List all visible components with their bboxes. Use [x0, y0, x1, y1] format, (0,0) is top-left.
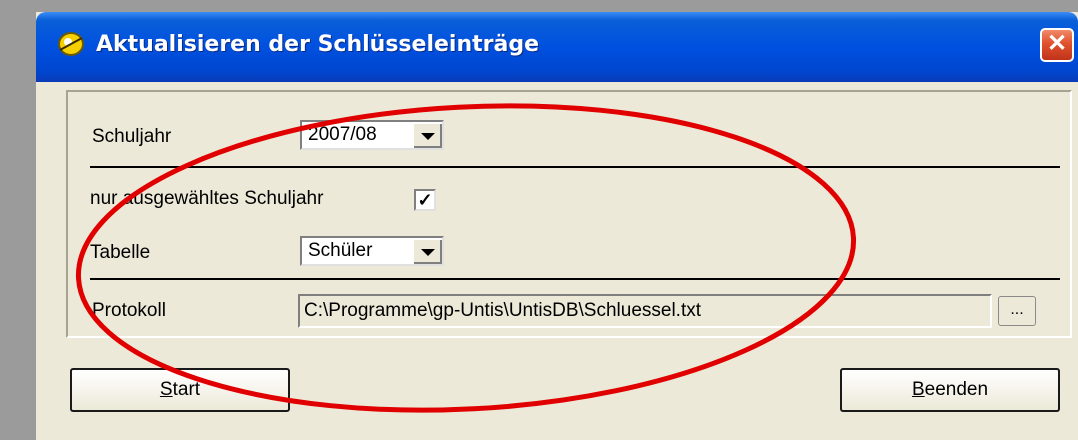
schuljahr-select[interactable]: 2007/08 — [300, 120, 444, 150]
tabelle-select[interactable]: Schüler — [300, 236, 444, 266]
window-title: Aktualisieren der Schlüsseleinträge — [96, 32, 539, 57]
app-icon — [56, 30, 86, 58]
tabelle-value: Schüler — [308, 240, 373, 261]
chevron-down-icon — [421, 248, 435, 256]
only-selected-year-checkbox[interactable]: ✓ — [414, 189, 436, 211]
start-label: tart — [172, 379, 201, 400]
dialog-client-area: Schuljahr 2007/08 nur ausgewähltes Schul… — [44, 82, 1072, 440]
close-button[interactable]: ✕ — [1040, 28, 1074, 62]
desktop-background-left — [0, 0, 36, 440]
settings-group: Schuljahr 2007/08 nur ausgewähltes Schul… — [66, 90, 1072, 338]
tabelle-dropdown-button[interactable] — [412, 238, 442, 264]
separator-bottom — [90, 278, 1060, 280]
checkbox-label: nur ausgewähltes Schuljahr — [90, 188, 324, 209]
dialog-window: Aktualisieren der Schlüsseleinträge ✕ Sc… — [36, 12, 1078, 440]
protokoll-label: Protokoll — [92, 300, 166, 321]
start-mnemonic: S — [159, 379, 173, 400]
close-icon: ✕ — [1046, 30, 1068, 57]
beenden-button[interactable]: Beenden — [840, 368, 1060, 412]
schuljahr-label: Schuljahr — [92, 126, 172, 147]
browse-button[interactable]: ... — [998, 296, 1036, 326]
protokoll-path-value: C:\Programme\gp-Untis\UntisDB\Schluessel… — [304, 300, 702, 321]
schuljahr-dropdown-button[interactable] — [412, 122, 442, 148]
beenden-mnemonic: B — [911, 379, 925, 400]
tabelle-label: Tabelle — [90, 242, 151, 263]
schuljahr-value: 2007/08 — [308, 124, 377, 145]
title-bar[interactable]: Aktualisieren der Schlüsseleinträge ✕ — [36, 12, 1078, 82]
start-button[interactable]: Start — [70, 368, 290, 412]
beenden-label: eenden — [924, 379, 989, 400]
browse-label: ... — [1010, 301, 1024, 318]
check-icon: ✓ — [417, 190, 433, 210]
protokoll-path-field[interactable]: C:\Programme\gp-Untis\UntisDB\Schluessel… — [298, 294, 992, 328]
separator-top — [90, 166, 1060, 168]
desktop-background-top — [0, 0, 1078, 12]
chevron-down-icon — [421, 132, 435, 140]
